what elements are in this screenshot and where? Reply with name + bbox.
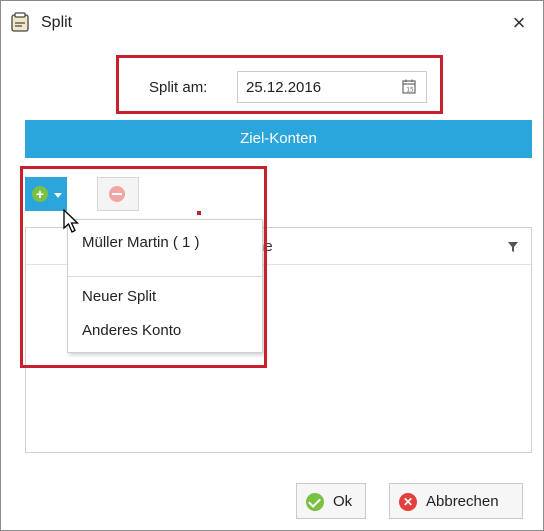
title-bar: Split × bbox=[1, 1, 543, 45]
filter-icon[interactable] bbox=[507, 240, 519, 252]
cancel-button-label: Abbrechen bbox=[426, 493, 499, 510]
cancel-icon: ✕ bbox=[399, 493, 417, 511]
ziel-konten-header: Ziel-Konten bbox=[25, 120, 532, 158]
split-dialog: Split × Split am: 25.12.2016 15 Ziel-Kon… bbox=[0, 0, 544, 531]
ok-button-label: Ok bbox=[333, 493, 353, 510]
app-icon bbox=[11, 12, 29, 32]
close-button[interactable]: × bbox=[503, 7, 535, 39]
window-title: Split bbox=[41, 14, 73, 31]
cancel-button[interactable]: ✕ Abbrechen bbox=[389, 483, 523, 519]
mouse-cursor-icon bbox=[63, 208, 81, 235]
checkmark-icon bbox=[306, 493, 324, 511]
ok-button[interactable]: Ok bbox=[296, 483, 366, 519]
annotation-box-menu bbox=[20, 166, 267, 368]
annotation-box-date bbox=[116, 55, 443, 114]
